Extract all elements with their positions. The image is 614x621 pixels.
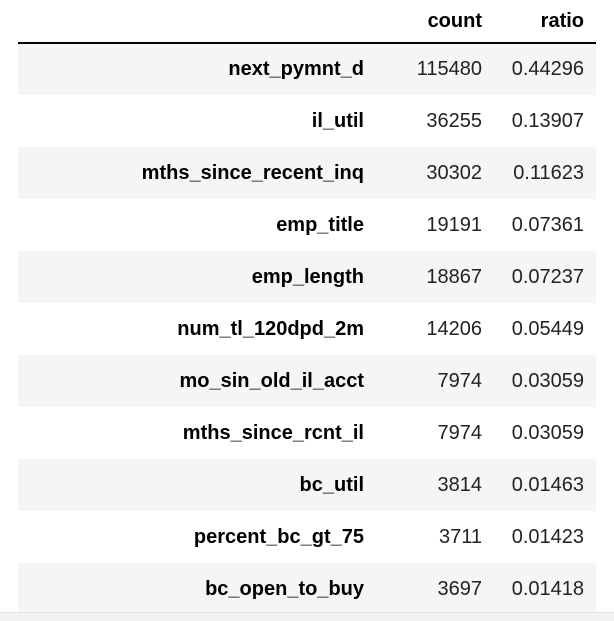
count-cell: 3697 [437,577,483,600]
row-index-label: emp_title [276,213,364,236]
ratio-cell: 0.13907 [511,109,584,132]
count-cell: 36255 [426,109,482,132]
dataframe-table: count ratio next_pymnt_d 115480 0.44296 … [18,0,596,615]
row-index-label: next_pymnt_d [228,58,364,80]
ratio-cell: 0.03059 [511,369,584,392]
header-row: count ratio [18,0,596,44]
count-cell: 14206 [426,317,482,340]
count-cell: 30302 [426,161,482,184]
table-row: mths_since_recent_inq 30302 0.11623 [18,147,596,199]
index-header [18,0,376,44]
row-index-label: num_tl_120dpd_2m [177,317,364,340]
row-index-label: mths_since_rcnt_il [182,421,364,444]
table-row: mths_since_rcnt_il 7974 0.03059 [18,407,596,459]
table-row: percent_bc_gt_75 3711 0.01423 [18,511,596,563]
ratio-cell: 0.44296 [511,58,584,80]
count-cell: 19191 [426,213,482,236]
count-header: count [376,0,494,44]
ratio-cell: 0.03059 [511,421,584,444]
count-cell: 3711 [438,525,482,548]
table-row: bc_open_to_buy 3697 0.01418 [18,563,596,615]
row-index-label: bc_open_to_buy [205,577,364,600]
row-index-label: il_util [311,109,364,132]
table-row: bc_util 3814 0.01463 [18,459,596,511]
row-index-label: mths_since_recent_inq [141,161,364,184]
row-index-label: bc_util [299,473,364,496]
table-row: next_pymnt_d 115480 0.44296 [18,43,596,95]
row-index-label: percent_bc_gt_75 [193,525,364,548]
count-cell: 18867 [426,265,482,288]
table-body: next_pymnt_d 115480 0.44296 il_util 3625… [18,43,596,615]
dataframe-output: count ratio next_pymnt_d 115480 0.44296 … [18,0,596,615]
ratio-cell: 0.07237 [511,265,584,288]
table-row: emp_title 19191 0.07361 [18,199,596,251]
table-row: num_tl_120dpd_2m 14206 0.05449 [18,303,596,355]
row-index-label: emp_length [251,265,364,288]
table-row: mo_sin_old_il_acct 7974 0.03059 [18,355,596,407]
table-row: emp_length 18867 0.07237 [18,251,596,303]
ratio-cell: 0.01418 [511,577,584,600]
table-row: il_util 36255 0.13907 [18,95,596,147]
ratio-header: ratio [494,0,596,44]
row-index-label: mo_sin_old_il_acct [179,369,364,392]
count-cell: 7974 [437,421,483,444]
count-cell: 3814 [437,473,483,496]
ratio-cell: 0.05449 [511,317,584,340]
table-header: count ratio [18,0,596,44]
ratio-cell: 0.01423 [511,525,584,548]
ratio-cell: 0.11623 [513,161,584,184]
ratio-cell: 0.07361 [511,213,584,236]
count-cell: 7974 [437,369,483,392]
ratio-cell: 0.01463 [511,473,584,496]
count-cell: 115480 [416,58,482,80]
